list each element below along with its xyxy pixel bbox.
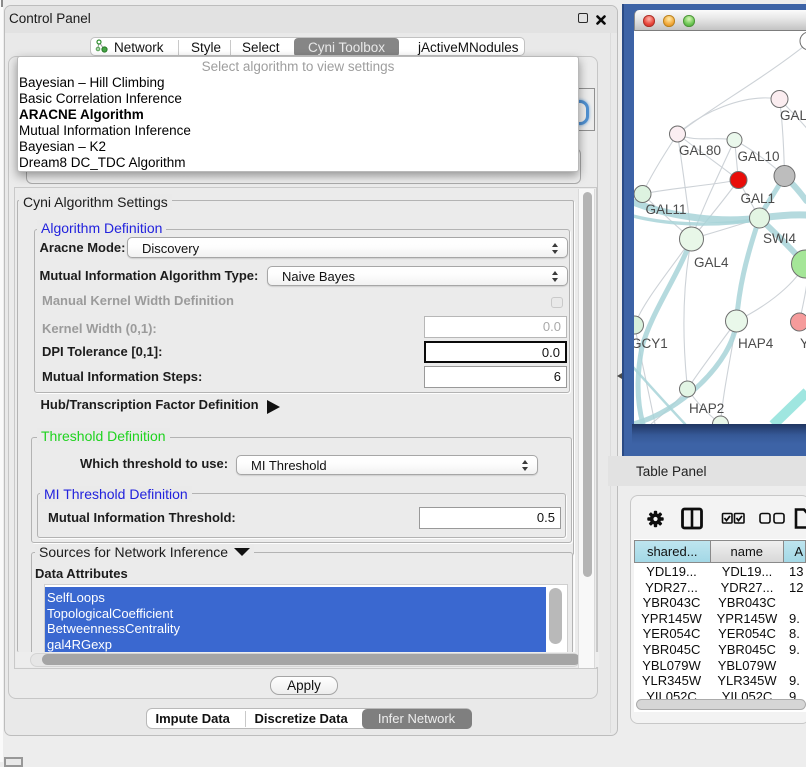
svg-text:GAL80: GAL80 (679, 143, 721, 158)
svg-text:Y: Y (800, 336, 806, 351)
svg-text:GAL4: GAL4 (694, 255, 729, 270)
svg-text:HAP4: HAP4 (738, 336, 774, 351)
svg-text:GAL11: GAL11 (645, 202, 686, 217)
svg-text:GAL1: GAL1 (740, 191, 775, 206)
svg-text:GAL10: GAL10 (737, 149, 779, 164)
svg-text:GAL7: GAL7 (780, 108, 806, 123)
svg-text:GCY1: GCY1 (634, 336, 668, 351)
svg-text:HAP2: HAP2 (689, 401, 724, 416)
svg-text:SWI4: SWI4 (763, 231, 796, 246)
